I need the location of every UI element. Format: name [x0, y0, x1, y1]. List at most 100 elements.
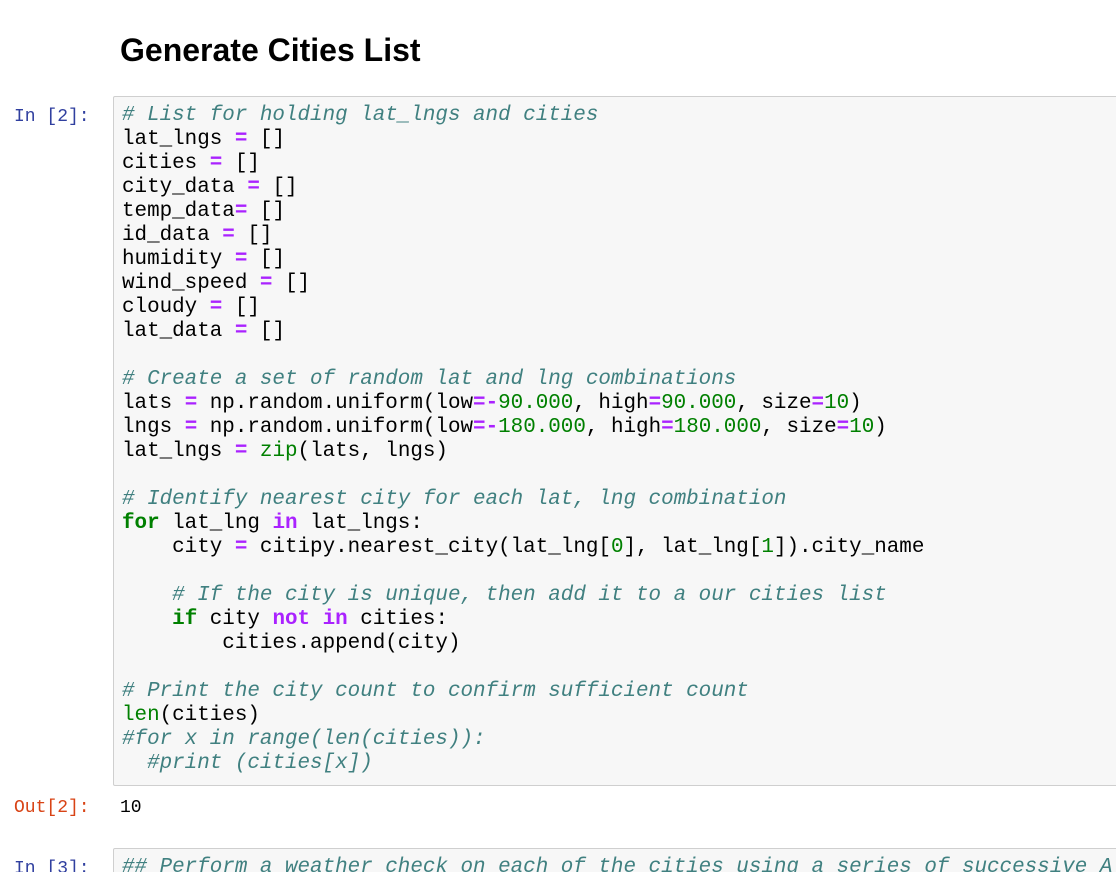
- code-operator-word: in: [272, 512, 298, 535]
- code-text: city: [197, 608, 273, 631]
- code-text: (lats, lngs): [297, 440, 448, 463]
- code-builtin: zip: [259, 440, 298, 463]
- code-comment: # Create a set of random lat and lng com…: [122, 368, 737, 391]
- code-text: lat_lng: [159, 512, 273, 535]
- code-text: ]).city_name: [773, 536, 925, 559]
- code-line: if city not in cities:: [122, 608, 924, 632]
- code-line: city_data = []: [122, 176, 924, 200]
- code-operator: =: [811, 392, 825, 415]
- code-line: lngs = np.random.uniform(low=-180.000, h…: [122, 416, 924, 440]
- code-text: lat_lngs: [122, 440, 235, 463]
- code-comment: #for x in range(len(cities)):: [122, 728, 486, 751]
- code-text: wind_speed: [122, 272, 260, 295]
- code-text: np.random.uniform(low: [197, 392, 474, 415]
- code-line: city = citipy.nearest_city(lat_lng[0], l…: [122, 536, 924, 560]
- code-text: city_data: [122, 176, 248, 199]
- code-keyword: if: [172, 608, 198, 631]
- code-text: lat_data: [122, 320, 235, 343]
- code-text: lngs: [122, 416, 185, 439]
- code-operator-word: in: [322, 608, 348, 631]
- code-operator: =: [234, 200, 248, 223]
- code-text: cities.append(city): [122, 632, 461, 655]
- code-line: lat_lngs = []: [122, 128, 924, 152]
- code-line: for lat_lng in lat_lngs:: [122, 512, 924, 536]
- code-text: cloudy: [122, 296, 210, 319]
- code-operator: =: [234, 320, 248, 343]
- code-number: 1: [761, 536, 774, 559]
- code-operator: =-: [473, 392, 499, 415]
- code-operator: =: [184, 416, 198, 439]
- code-operator-word: not: [272, 608, 311, 631]
- code-line: len(cities): [122, 704, 924, 728]
- output-prompt: Out[2]:: [14, 798, 90, 818]
- code-text: ): [849, 392, 862, 415]
- code-text: np.random.uniform(low: [197, 416, 474, 439]
- code-text: []: [247, 248, 285, 271]
- code-line: # Print the city count to confirm suffic…: [122, 680, 924, 704]
- code-operator: =: [836, 416, 850, 439]
- code-operator: =: [247, 176, 260, 199]
- code-number: 0: [610, 536, 624, 559]
- code-number: 10: [824, 392, 850, 415]
- code-line: # If the city is unique, then add it to …: [122, 584, 924, 608]
- code-line: wind_speed = []: [122, 272, 924, 296]
- code-text: cities:: [347, 608, 448, 631]
- code-text: []: [222, 296, 260, 319]
- code-comment: # List for holding lat_lngs and cities: [122, 104, 599, 127]
- code-text: humidity: [122, 248, 235, 271]
- code-operator: =: [648, 392, 662, 415]
- code-text: []: [272, 272, 311, 295]
- code-line: ## Perform a weather check on each of th…: [122, 856, 1112, 872]
- code-editor[interactable]: # List for holding lat_lngs and cities la…: [122, 104, 924, 776]
- code-operator: =: [234, 248, 248, 271]
- code-text: []: [247, 128, 285, 151]
- code-text: (cities): [159, 704, 260, 727]
- code-line: # List for holding lat_lngs and cities: [122, 104, 924, 128]
- code-operator: =: [661, 416, 674, 439]
- code-operator: =: [234, 440, 248, 463]
- code-number: 10: [849, 416, 875, 439]
- code-text: lats: [122, 392, 185, 415]
- code-operator: =: [234, 128, 248, 151]
- code-cell-input[interactable]: ## Perform a weather check on each of th…: [113, 848, 1116, 872]
- code-text: lat_lngs: [122, 128, 235, 151]
- code-line: # Create a set of random lat and lng com…: [122, 368, 924, 392]
- code-line: lat_data = []: [122, 320, 924, 344]
- code-comment: # Print the city count to confirm suffic…: [122, 680, 749, 703]
- input-prompt: In [3]:: [14, 859, 90, 872]
- code-operator: =: [259, 272, 273, 295]
- code-line: cities.append(city): [122, 632, 924, 656]
- code-text: temp_data: [122, 200, 235, 223]
- code-text: lat_lngs:: [297, 512, 423, 535]
- cell-output: 10: [120, 798, 142, 818]
- code-editor[interactable]: ## Perform a weather check on each of th…: [122, 856, 1112, 872]
- input-prompt: In [2]:: [14, 107, 90, 127]
- code-text: []: [247, 320, 285, 343]
- code-text: []: [247, 200, 285, 223]
- code-line: id_data = []: [122, 224, 924, 248]
- code-cell-input[interactable]: # List for holding lat_lngs and cities la…: [113, 96, 1116, 786]
- code-text: []: [222, 152, 260, 175]
- code-line: humidity = []: [122, 248, 924, 272]
- code-line: lats = np.random.uniform(low=-90.000, hi…: [122, 392, 924, 416]
- code-text: cities: [122, 152, 210, 175]
- code-text: , size: [736, 392, 812, 415]
- code-line: lat_lngs = zip(lats, lngs): [122, 440, 924, 464]
- code-line: cities = []: [122, 152, 924, 176]
- code-number: 180.000: [498, 416, 586, 439]
- code-comment: #print (cities[x]): [147, 752, 373, 775]
- code-number: 90.000: [661, 392, 737, 415]
- code-operator: =-: [473, 416, 499, 439]
- code-operator: =: [222, 224, 235, 247]
- code-line: temp_data= []: [122, 200, 924, 224]
- code-keyword: for: [122, 512, 160, 535]
- code-line: #print (cities[x]): [122, 752, 924, 776]
